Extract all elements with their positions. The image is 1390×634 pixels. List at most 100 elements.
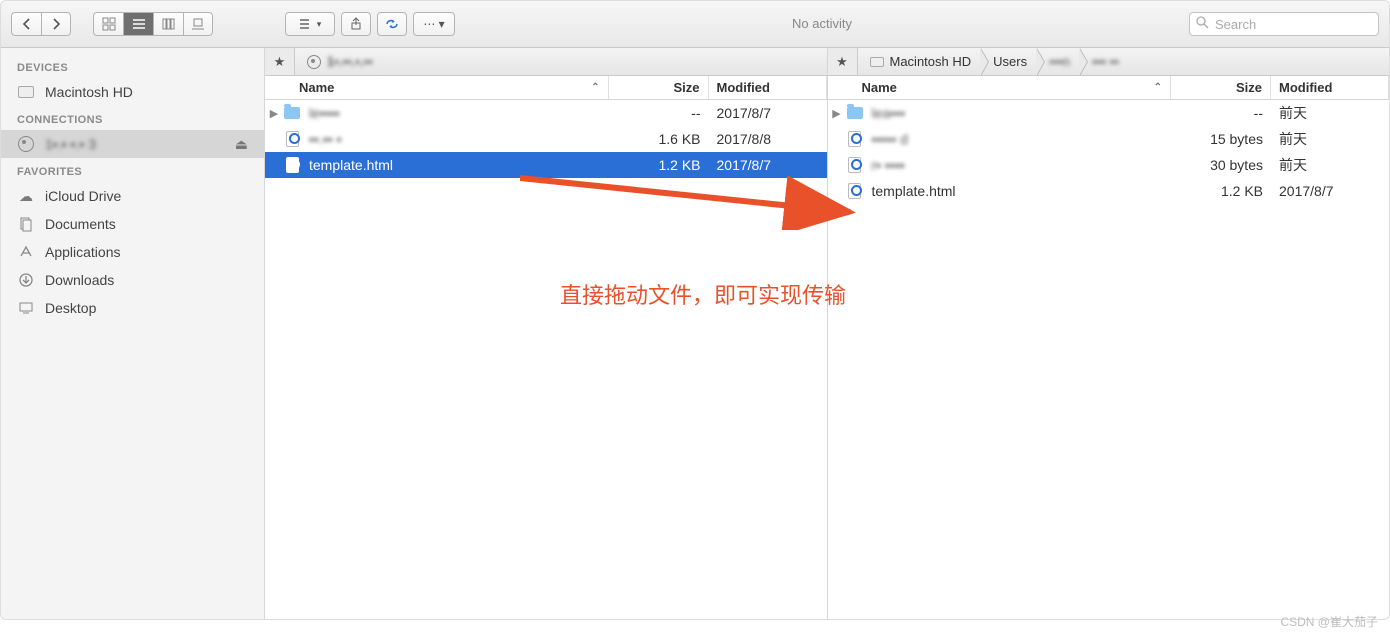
downloads-icon — [17, 271, 35, 289]
file-modified: 前天 — [1271, 155, 1389, 175]
finder-window: ▾ ⋯ ▾ No activity Search DEVICES Macinto… — [0, 0, 1390, 620]
sidebar-item-applications[interactable]: Applications — [1, 238, 264, 266]
sidebar-item-connection[interactable]: 1▪.▪ ▪.▪ 3 ⏏ — [1, 130, 264, 158]
folder-row[interactable]: ▶ le▪▪▪▪--2017/8/7 — [265, 100, 827, 126]
file-row[interactable]: ▪▪▪▪▪ d15 bytes前天 — [828, 126, 1390, 152]
col-name[interactable]: Name⌃ — [828, 76, 1172, 99]
file-name: r▪ ▪▪▪▪ — [870, 157, 1172, 173]
col-modified[interactable]: Modified — [1271, 76, 1389, 99]
sidebar-item-label: Documents — [45, 216, 116, 232]
file-modified: 2017/8/7 — [709, 157, 827, 173]
path-crumb-hd[interactable]: Macintosh HD — [858, 48, 982, 75]
file-icon — [283, 130, 301, 148]
favorite-star-button[interactable]: ★ — [828, 48, 858, 75]
hard-drive-icon — [870, 57, 884, 67]
file-name: lea▪▪▪ — [870, 105, 1172, 121]
crumb-label: ▪▪▪ ▪▪ — [1092, 54, 1119, 69]
file-row[interactable]: template.html1.2 KB2017/8/7 — [828, 178, 1390, 204]
right-pathbar: ★ Macintosh HD Users ▪▪▪n ▪▪▪ ▪▪ — [828, 48, 1390, 76]
watermark: CSDN @崔大茄子 — [1280, 613, 1378, 630]
file-modified: 2017/8/7 — [709, 105, 827, 121]
view-mode-buttons — [93, 12, 213, 36]
sidebar: DEVICES Macintosh HD CONNECTIONS 1▪.▪ ▪.… — [1, 48, 265, 619]
right-file-list[interactable]: ▶lea▪▪▪--前天▪▪▪▪▪ d15 bytes前天r▪ ▪▪▪▪30 by… — [828, 100, 1390, 619]
col-size[interactable]: Size — [609, 76, 709, 99]
crumb-label: 1▪.▪▪.▪.▪▪ — [327, 54, 373, 69]
view-icon-button[interactable] — [93, 12, 123, 36]
sidebar-item-label: iCloud Drive — [45, 188, 121, 204]
left-pathbar: ★ 1▪.▪▪.▪.▪▪ — [265, 48, 827, 76]
file-size: -- — [609, 105, 709, 121]
arrange-menu[interactable]: ▾ — [285, 12, 335, 36]
sidebar-section-connections: CONNECTIONS — [1, 106, 264, 130]
file-name: template.html — [307, 157, 609, 173]
eject-icon[interactable]: ⏏ — [235, 136, 248, 153]
folder-row[interactable]: ▶lea▪▪▪--前天 — [828, 100, 1390, 126]
sort-asc-icon: ⌃ — [591, 82, 599, 93]
sidebar-section-favorites: FAVORITES — [1, 158, 264, 182]
right-column-headers: Name⌃ Size Modified — [828, 76, 1390, 100]
path-crumb-users[interactable]: Users — [981, 48, 1037, 75]
file-modified: 2017/8/7 — [1271, 183, 1389, 199]
disclosure-triangle[interactable]: ▶ — [265, 107, 283, 120]
hard-drive-icon — [17, 83, 35, 101]
sidebar-item-label: Applications — [45, 244, 121, 260]
file-size: 1.6 KB — [609, 131, 709, 147]
col-modified[interactable]: Modified — [709, 76, 827, 99]
left-column-headers: Name⌃ Size Modified — [265, 76, 827, 100]
favorite-star-button[interactable]: ★ — [265, 48, 295, 75]
file-size: 1.2 KB — [1171, 183, 1271, 199]
path-crumb[interactable]: 1▪.▪▪.▪.▪▪ — [295, 48, 383, 75]
col-name[interactable]: Name⌃ — [265, 76, 609, 99]
file-size: 1.2 KB — [609, 157, 709, 173]
search-icon — [1196, 16, 1209, 32]
disclosure-triangle[interactable]: ▶ — [828, 107, 846, 120]
file-icon — [846, 130, 864, 148]
file-size: -- — [1171, 105, 1271, 121]
file-row[interactable]: ▪▪.▪▪ ▪1.6 KB2017/8/8 — [265, 126, 827, 152]
applications-icon — [17, 243, 35, 261]
view-column-button[interactable] — [153, 12, 183, 36]
col-size[interactable]: Size — [1171, 76, 1271, 99]
forward-button[interactable] — [41, 12, 71, 36]
search-placeholder: Search — [1215, 17, 1256, 32]
sidebar-item-label: Macintosh HD — [45, 84, 133, 100]
sidebar-item-macintosh-hd[interactable]: Macintosh HD — [1, 78, 264, 106]
left-file-list[interactable]: ▶le▪▪▪▪--2017/8/7▪▪.▪▪ ▪1.6 KB2017/8/8te… — [265, 100, 827, 619]
crumb-label: Users — [993, 54, 1027, 69]
sidebar-item-label: 1▪.▪ ▪.▪ 3 — [45, 136, 96, 152]
action-menu[interactable]: ⋯ ▾ — [413, 12, 455, 36]
file-row[interactable]: r▪ ▪▪▪▪30 bytes前天 — [828, 152, 1390, 178]
file-name: ▪▪.▪▪ ▪ — [307, 131, 609, 147]
file-modified: 前天 — [1271, 129, 1389, 149]
sidebar-item-downloads[interactable]: Downloads — [1, 266, 264, 294]
file-size: 30 bytes — [1171, 157, 1271, 173]
file-icon — [846, 156, 864, 174]
globe-icon — [17, 135, 35, 153]
back-button[interactable] — [11, 12, 41, 36]
right-pane: ★ Macintosh HD Users ▪▪▪n ▪▪▪ ▪▪ Name⌃ S… — [828, 48, 1390, 619]
folder-icon — [283, 104, 301, 122]
activity-label: No activity — [792, 16, 852, 31]
search-field[interactable]: Search — [1189, 12, 1379, 36]
cloud-icon: ☁ — [17, 187, 35, 205]
sidebar-item-icloud[interactable]: ☁ iCloud Drive — [1, 182, 264, 210]
sidebar-item-desktop[interactable]: Desktop — [1, 294, 264, 322]
share-button[interactable] — [341, 12, 371, 36]
file-icon — [283, 156, 301, 174]
desktop-icon — [17, 299, 35, 317]
left-pane: ★ 1▪.▪▪.▪.▪▪ Name⌃ Size Modified ▶ le▪▪▪▪… — [265, 48, 828, 619]
view-list-button[interactable] — [123, 12, 153, 36]
view-gallery-button[interactable] — [183, 12, 213, 36]
file-name: ▪▪▪▪▪ d — [870, 131, 1172, 147]
file-name: template.html — [870, 183, 1172, 199]
sidebar-item-documents[interactable]: Documents — [1, 210, 264, 238]
file-size: 15 bytes — [1171, 131, 1271, 147]
sidebar-section-devices: DEVICES — [1, 54, 264, 78]
file-row[interactable]: template.html1.2 KB2017/8/7 — [265, 152, 827, 178]
file-name: le▪▪▪▪ — [307, 105, 609, 121]
crumb-label: ▪▪▪n — [1049, 54, 1070, 69]
sidebar-item-label: Downloads — [45, 272, 114, 288]
sync-button[interactable] — [377, 12, 407, 36]
sidebar-item-label: Desktop — [45, 300, 96, 316]
